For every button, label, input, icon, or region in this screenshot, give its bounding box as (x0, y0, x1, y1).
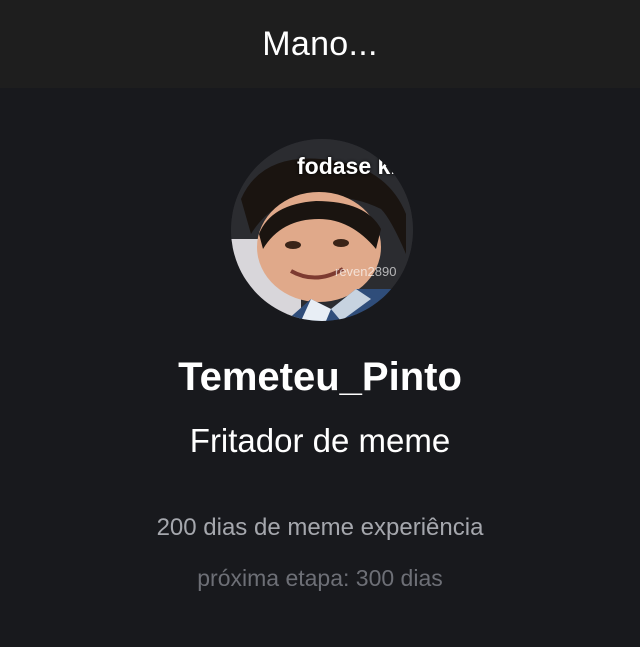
top-bar: Mano... (0, 0, 640, 88)
username: Temeteu_Pinto (178, 355, 462, 399)
avatar-caption: fodase kk (297, 153, 404, 179)
page-title: Mano... (262, 24, 378, 63)
experience-text: 200 dias de meme experiência (156, 514, 484, 541)
avatar-watermark: reven2890 (335, 264, 397, 279)
profile-card: fodase kk reven2890 Temeteu_Pinto Fritad… (0, 88, 640, 647)
avatar[interactable]: fodase kk reven2890 (231, 139, 413, 321)
next-stage-text: próxima etapa: 300 dias (197, 565, 443, 591)
user-role: Fritador de meme (189, 422, 451, 459)
